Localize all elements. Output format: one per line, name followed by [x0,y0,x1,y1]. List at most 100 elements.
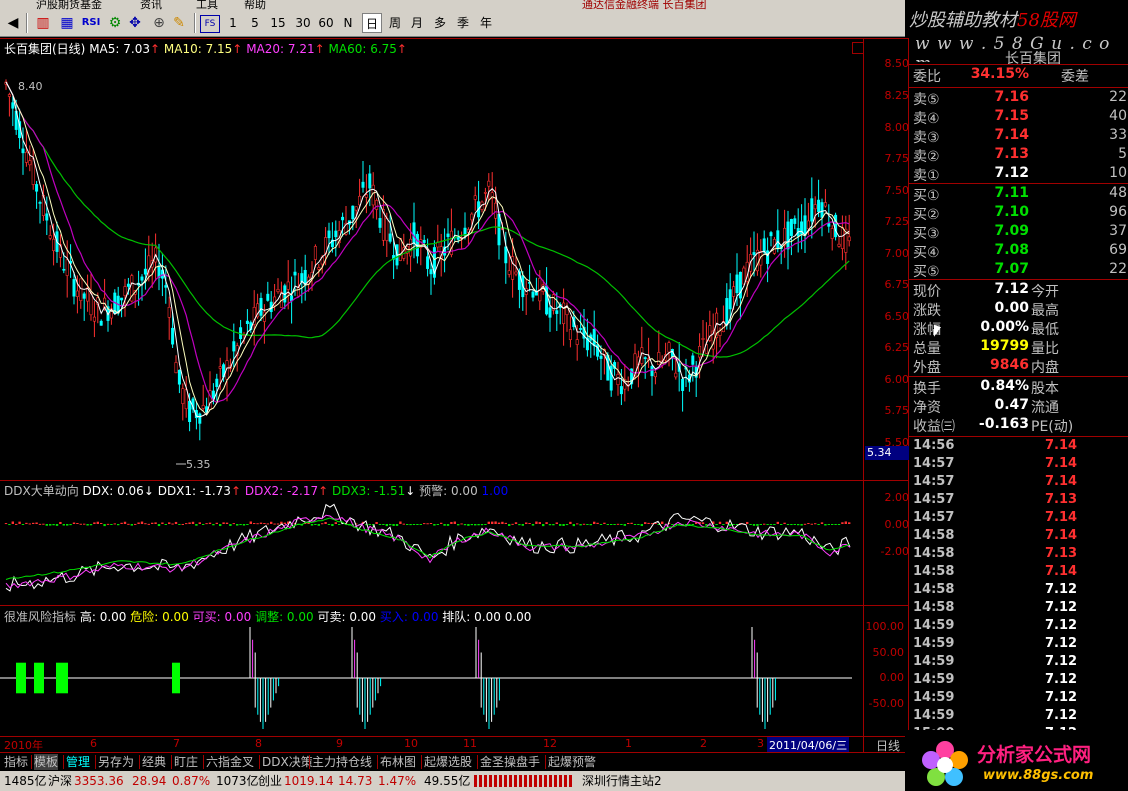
menu-item-market[interactable]: 沪股期货基金 [36,0,102,10]
period-60[interactable]: 60 [316,13,336,33]
ask-3-label: 卖③ [913,130,940,146]
stat-4-label: 外盘 [913,360,941,376]
tab-4[interactable]: 经典 [142,754,166,770]
y-tick: 8.50 [884,57,910,70]
period-1[interactable]: 1 [225,13,241,33]
status-server: 深圳行情主站2 [582,774,662,788]
tick-row: 14:57 7.14 [913,474,1113,492]
y-tick: 5.75 [884,404,910,417]
rsi-button[interactable]: RSI [80,13,102,33]
ask-4-label: 卖④ [913,111,940,127]
date-axis: 2010年 6 7 8 9 10 11 12 1 2 3 2011/04/06/… [0,737,900,753]
date-label: 8 [255,737,262,750]
tab-8[interactable]: 主力持仓线 [312,754,372,770]
stat-4-extra: 内盘 [1031,360,1059,376]
risk-y-tick: -50.00 [868,697,904,710]
ask-4-extra: 40 [1109,108,1127,124]
tab-11[interactable]: 金圣操盘手 [480,754,540,770]
move-icon[interactable]: ✥ [126,14,144,32]
tab-10[interactable]: 起爆选股 [424,754,472,770]
risk-y-tick: 50.00 [872,646,905,659]
status-vol3: 49.55亿 [424,774,471,788]
period-multi[interactable]: 多 [430,13,450,33]
bar-chart-icon[interactable]: ▥ [34,14,52,32]
y-tick: 6.00 [884,373,910,386]
bid-1-row: 买① 7.11 48 [913,185,1127,204]
tab-7[interactable]: DDX决策 [262,754,313,770]
tab-6[interactable]: 六指金叉 [206,754,254,770]
tick-time: 14:59 [913,618,955,633]
period-week[interactable]: 周 [385,13,405,33]
stat-2-row: 涨幅 0.00% 最低 [913,319,1127,338]
stat-2-value: 0.00% [980,319,1029,335]
weibi-value: 34.15% [970,66,1029,82]
bid-3-extra: 37 [1109,223,1127,239]
kline-icon[interactable]: ▦ [58,14,76,32]
tab-3[interactable]: 另存为 [98,754,134,770]
bid-5-row: 买⑤ 7.07 22 [913,261,1127,280]
tab-0[interactable]: 指标 [4,754,28,770]
tick-time: 14:58 [913,528,955,543]
pencil-icon[interactable]: ✎ [170,14,188,32]
tick-time: 14:59 [913,690,955,705]
ask-1-extra: 10 [1109,165,1127,181]
status-idx1-name: 沪深 [48,774,73,788]
status-idx1-pct: 0.87% [172,774,211,788]
ask-3-value: 7.14 [994,127,1029,143]
tick-time: 14:58 [913,582,955,597]
tab-1[interactable]: 模板 [34,754,59,770]
formula-button[interactable]: FS [200,15,220,33]
ask-1-value: 7.12 [994,165,1029,181]
cursor-date-box: 2011/04/06/三 [767,737,850,753]
ask-2-extra: 5 [1118,146,1127,162]
stat2-0-label: 换手 [913,381,941,397]
stat-0-label: 现价 [913,284,941,300]
period-year[interactable]: 年 [476,13,496,33]
ask-2-label: 卖② [913,149,940,165]
bid-1-label: 买① [913,188,940,204]
tab-5[interactable]: 盯庄 [174,754,198,770]
date-label: 12 [543,737,557,750]
tick-row: 14:59 7.12 [913,708,1113,726]
period-day[interactable]: 日 [362,13,382,33]
weibi-label: 委比 [913,69,941,85]
tick-row: 14:57 7.14 [913,510,1113,528]
tick-price: 7.14 [1045,528,1078,543]
quote-title: 长百集团 [1005,51,1061,67]
stat-4-value: 9846 [990,357,1029,373]
period-15[interactable]: 15 [268,13,288,33]
tick-row: 14:58 7.12 [913,582,1113,600]
watermark-bottom: 分析家公式网 www.88gs.com [905,730,1128,791]
status-idx2-pct: 1.47% [378,774,417,788]
back-icon[interactable]: ◀ [4,14,22,32]
bid-4-extra: 69 [1109,242,1127,258]
period-quarter[interactable]: 季 [453,13,473,33]
settings-icon[interactable]: ⚙ [106,14,124,32]
tick-price: 7.12 [1045,618,1078,633]
tab-2[interactable]: 管理 [66,754,90,770]
date-label: 2 [700,737,707,750]
period-month[interactable]: 月 [407,13,427,33]
tick-row: 14:59 7.12 [913,672,1113,690]
zoom-icon[interactable]: ⊕ [150,14,168,32]
bid-3-value: 7.09 [994,223,1029,239]
period-30[interactable]: 30 [293,13,313,33]
stat2-2-extra: PE(动) [1031,419,1074,435]
tab-9[interactable]: 布林图 [380,754,416,770]
tab-12[interactable]: 起爆预警 [548,754,596,770]
period-5[interactable]: 5 [247,13,263,33]
watermark-brand-a: 炒股辅助教材 [909,10,1017,31]
status-vol1: 1485亿 [4,774,47,788]
ask-4-value: 7.15 [994,108,1029,124]
date-label: 9 [336,737,343,750]
menu-item-news[interactable]: 资讯 [140,0,162,10]
tick-time: 14:57 [913,492,955,507]
menu-item-help[interactable]: 帮助 [244,0,266,10]
stat2-0-value: 0.84% [980,378,1029,394]
period-n[interactable]: N [340,13,356,33]
status-idx2-chg: 14.73 [338,774,373,788]
menu-item-tools[interactable]: 工具 [196,0,218,10]
indicator-tabs: 指标 模板 管理 另存为 经典 盯庄 六指金叉 DDX决策 主力持仓线 布林图 起爆选股 金圣操盘手起… [0,752,909,771]
risk-y-tick: 100.00 [865,620,905,633]
tick-price: 7.12 [1045,672,1078,687]
